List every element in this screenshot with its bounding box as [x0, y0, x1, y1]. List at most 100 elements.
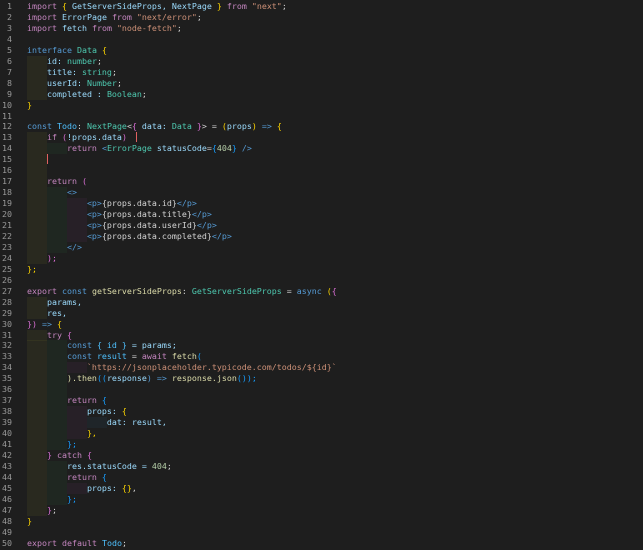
code-text: };: [27, 494, 77, 505]
code-line[interactable]: 31 try {: [0, 329, 643, 341]
code-text: };: [27, 439, 77, 450]
code-token: userId:: [27, 77, 87, 88]
code-line[interactable]: 3 import fetch from "node-fetch";: [0, 23, 643, 34]
code-line[interactable]: 46 };: [0, 493, 643, 505]
code-token: props:: [27, 406, 122, 417]
code-text: `https://jsonplaceholder.typicode.com/to…: [27, 362, 337, 373]
code-line[interactable]: 27 export const getServerSideProps: GetSe…: [0, 286, 643, 297]
indent-guide: [27, 384, 47, 396]
code-line[interactable]: 41 };: [0, 439, 643, 450]
code-text: } catch {: [27, 450, 92, 461]
code-token: completed :: [27, 88, 107, 99]
code-text: dat: result,: [27, 417, 167, 428]
code-token: Data: [76, 44, 97, 55]
code-token: ;: [116, 77, 122, 88]
code-token: const: [27, 351, 92, 362]
code-line[interactable]: 1 import { GetServerSideProps, NextPage }…: [0, 1, 643, 12]
code-line[interactable]: 9 completed : Boolean;: [0, 88, 643, 100]
code-token: {: [121, 406, 127, 417]
code-line[interactable]: 33 const result = await fetch(: [0, 351, 643, 363]
code-token: id:: [27, 55, 67, 66]
code-line[interactable]: 20 <p>{props.data.title}</p>: [0, 209, 643, 221]
code-token: await: [141, 351, 167, 362]
code-line[interactable]: 13 if (!props.data): [0, 132, 643, 144]
code-line[interactable]: 4: [0, 34, 643, 45]
code-line[interactable]: 42 } catch {: [0, 449, 643, 461]
code-token: }: [27, 504, 52, 515]
code-line[interactable]: 25};: [0, 264, 643, 275]
code-token: = params;: [126, 340, 177, 351]
code-token: ;: [51, 504, 57, 515]
code-line[interactable]: 38 props: {: [0, 406, 643, 418]
code-token: </p>: [191, 209, 212, 220]
code-line[interactable]: 39 dat: result,: [0, 417, 643, 429]
code-token: }: [27, 515, 32, 526]
code-text: <p>{props.data.completed}</p>: [27, 231, 232, 242]
code-token: {: [331, 285, 337, 296]
line-number: 33: [2, 351, 12, 362]
code-line[interactable]: 30}) => {: [0, 319, 643, 330]
code-line[interactable]: 21 <p>{props.data.userId}</p>: [0, 220, 643, 231]
code-line[interactable]: 14 return <ErrorPage statusCode={404} />: [0, 143, 643, 155]
line-number: 2: [7, 11, 12, 22]
code-line[interactable]: 2 import ErrorPage from "next/error";: [0, 12, 643, 23]
code-line[interactable]: 16: [0, 165, 643, 177]
code-line[interactable]: 50 export default Todo;: [0, 538, 643, 549]
code-text: userId: Number;: [27, 78, 122, 89]
code-line[interactable]: 37 return {: [0, 395, 643, 407]
code-line[interactable]: 8 userId: Number;: [0, 77, 643, 89]
code-line[interactable]: 28 params,: [0, 296, 643, 308]
code-line[interactable]: 15: [0, 154, 643, 166]
code-line[interactable]: 36: [0, 384, 643, 396]
code-token: params,: [27, 296, 82, 307]
error-marker: [136, 132, 137, 143]
code-line[interactable]: 12 const Todo: NextPage<{ data: Data }> =…: [0, 121, 643, 132]
code-token: {: [81, 449, 92, 460]
code-text: },: [27, 428, 97, 439]
code-text: }) => {: [27, 319, 62, 330]
code-line[interactable]: 10}: [0, 100, 643, 111]
code-token: (: [56, 132, 67, 143]
code-token: <p>: [27, 198, 102, 209]
line-number: 19: [2, 198, 12, 209]
code-line[interactable]: 26: [0, 275, 643, 286]
code-line[interactable]: 6 id: number;: [0, 55, 643, 67]
line-number: 37: [2, 395, 12, 406]
code-token: return: [27, 143, 102, 154]
line-number: 15: [2, 154, 12, 165]
code-line[interactable]: 34 `https://jsonplaceholder.typicode.com…: [0, 362, 643, 374]
code-line[interactable]: 7 title: string;: [0, 66, 643, 78]
code-line[interactable]: 47 };: [0, 504, 643, 516]
line-number: 43: [2, 460, 12, 471]
code-token: ).then: [27, 373, 97, 384]
code-line[interactable]: 19 <p>{props.data.id}</p>: [0, 198, 643, 210]
code-line[interactable]: 49: [0, 527, 643, 538]
code-line[interactable]: 29 res,: [0, 307, 643, 319]
code-token: GetServerSideProps: [191, 285, 282, 296]
code-line[interactable]: 40 },: [0, 428, 643, 440]
code-text: }: [27, 100, 32, 111]
text-cursor: [47, 154, 48, 165]
code-line[interactable]: 18 <>: [0, 187, 643, 199]
code-line[interactable]: 35 ).then((response) => response.json())…: [0, 373, 643, 385]
line-number: 42: [2, 449, 12, 460]
code-line[interactable]: 23 </>: [0, 241, 643, 253]
code-line[interactable]: 11: [0, 111, 643, 122]
code-token: Todo: [101, 537, 122, 548]
code-editor[interactable]: 1 import { GetServerSideProps, NextPage }…: [0, 0, 643, 550]
code-token: const: [56, 285, 92, 296]
code-line[interactable]: 32 const { id } = params;: [0, 340, 643, 352]
code-line[interactable]: 48}: [0, 516, 643, 527]
code-token: fetch: [166, 351, 197, 362]
code-token: "next/error": [136, 11, 197, 22]
code-line[interactable]: 45 props: {},: [0, 482, 643, 494]
code-text: const result = await fetch(: [27, 351, 202, 362]
code-line[interactable]: 17 return (: [0, 176, 643, 188]
code-line[interactable]: 24 );: [0, 252, 643, 264]
line-number: 44: [2, 471, 12, 482]
code-line[interactable]: 22 <p>{props.data.completed}</p>: [0, 230, 643, 242]
code-line[interactable]: 44 return {: [0, 471, 643, 483]
code-token: (: [76, 176, 87, 187]
code-line[interactable]: 5 interface Data {: [0, 45, 643, 56]
code-line[interactable]: 43 res.statusCode = 404;: [0, 460, 643, 472]
